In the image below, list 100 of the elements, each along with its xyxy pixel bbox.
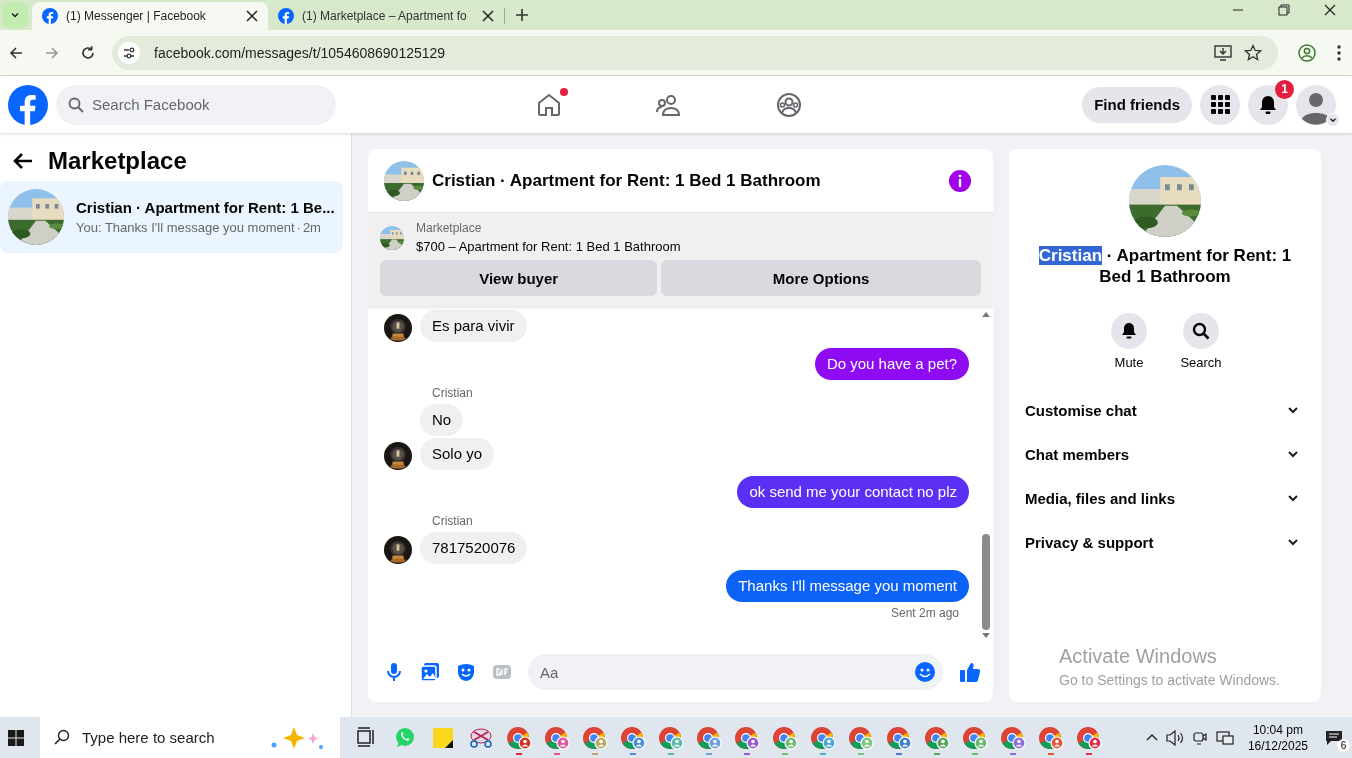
taskbar-search-field[interactable]: Type here to search (40, 717, 340, 758)
info-icon[interactable] (949, 169, 971, 192)
browser-icon[interactable] (962, 725, 988, 750)
back-icon[interactable] (8, 44, 24, 61)
browser-icon[interactable] (1038, 725, 1064, 750)
listing-title: $700 – Apartment for Rent: 1 Bed 1 Bathroom (416, 239, 681, 254)
action-button[interactable]: More Options (661, 260, 981, 296)
like-icon[interactable] (959, 661, 981, 683)
star-icon[interactable] (1244, 43, 1262, 62)
find-friends-button[interactable]: Find friends (1082, 86, 1192, 123)
account-button[interactable] (1296, 84, 1336, 125)
clock-time: 10:04 pm (1251, 721, 1304, 738)
facebook-icon (42, 8, 58, 24)
browser-icon[interactable] (544, 725, 570, 750)
action-label: Mute (1114, 355, 1144, 370)
message-field[interactable]: Aa (528, 654, 943, 690)
clock-date: 16/12/2025 (1247, 737, 1308, 754)
message-bubble: Do you have a pet? (814, 348, 969, 380)
message-bubble: 7817520076 (420, 532, 528, 564)
close-icon[interactable] (482, 10, 494, 22)
windows-start-icon[interactable] (8, 729, 24, 746)
separator-dot: · (296, 220, 301, 235)
browser-icon[interactable] (506, 725, 532, 750)
sent-status: Sent 2m ago (889, 606, 960, 620)
search-icon (54, 729, 70, 745)
close-icon[interactable] (246, 10, 258, 22)
section-header[interactable]: Media, files and links (1025, 476, 1305, 520)
microphone-icon[interactable] (384, 662, 404, 682)
restore-icon[interactable] (1278, 4, 1290, 16)
scissors-icon[interactable] (469, 725, 493, 750)
browser-icon[interactable] (582, 725, 608, 750)
more-icon[interactable] (1336, 43, 1342, 62)
action-button[interactable]: View buyer (380, 260, 658, 296)
browser-tab[interactable]: (1) Messenger | Facebook (32, 2, 268, 30)
network-icon[interactable] (1215, 729, 1234, 746)
section-header[interactable]: Chat members (1025, 432, 1305, 476)
browser-icon[interactable] (886, 725, 912, 750)
sticker-icon[interactable] (456, 662, 476, 682)
marketplace-title: Marketplace (48, 147, 187, 175)
browser-icon[interactable] (696, 725, 722, 750)
browser-icon[interactable] (658, 725, 684, 750)
browser-icon[interactable] (1076, 725, 1102, 750)
browser-icon[interactable] (772, 725, 798, 750)
message-time: 2m (302, 220, 321, 235)
url-text: facebook.com/messages/t/1054608690125129 (154, 44, 446, 61)
search-icon (68, 96, 84, 113)
reload-icon[interactable] (80, 44, 96, 61)
browser-icon[interactable] (734, 725, 760, 750)
scrollbar-thumb[interactable] (982, 534, 990, 630)
mute-button[interactable] (1111, 313, 1147, 349)
profile-icon[interactable] (1298, 43, 1316, 62)
action-label: Search (1180, 355, 1222, 370)
search-button[interactable] (1183, 313, 1219, 349)
install-app-icon[interactable] (1214, 43, 1232, 62)
bell-icon (1120, 322, 1138, 340)
activation-title: Activate Windows (1059, 645, 1218, 668)
message-bubble: Thanks I'll message you moment (726, 570, 969, 602)
notification-badge: 1 (1275, 79, 1294, 99)
groups-icon[interactable] (775, 90, 803, 119)
section-header[interactable]: Customise chat (1025, 388, 1305, 432)
chat-title: Cristian · Apartment for Rent: 1 Bed 1 Bathroom (432, 170, 821, 191)
browser-icon[interactable] (1000, 725, 1026, 750)
conversation-name: Cristian · Apartment for Rent: 1 Be... (76, 199, 335, 216)
facebook-logo[interactable] (8, 84, 48, 125)
message-bubble: No (420, 404, 464, 436)
message-bubble: ok send me your contact no plz (737, 476, 969, 508)
search-icon (1192, 322, 1210, 340)
emoji-icon[interactable] (914, 661, 936, 683)
sticky-note-icon[interactable] (431, 725, 455, 750)
message-preview: You: Thanks I'll message you moment (76, 220, 295, 235)
address-bar[interactable]: facebook.com/messages/t/1054608690125129 (112, 35, 1278, 70)
menu-button[interactable] (1200, 84, 1240, 125)
scroll-up-icon[interactable] (981, 310, 991, 318)
browser-tab[interactable]: (1) Marketplace – Apartment fo (268, 2, 504, 30)
section-header[interactable]: Privacy & support (1025, 520, 1305, 564)
menu-icon (1210, 95, 1230, 114)
forward-icon[interactable] (44, 44, 60, 61)
image-icon[interactable] (420, 662, 440, 682)
message-bubble: Es para vivir (420, 310, 527, 342)
search-field[interactable]: Search Facebook (56, 84, 336, 125)
conversation-item[interactable]: Cristian · Apartment for Rent: 1 Be... You: Thanks I'll message you moment·2m (0, 181, 343, 253)
bell-icon (1258, 94, 1278, 115)
site-settings-icon[interactable] (118, 41, 140, 64)
notification-count: 6 (1337, 738, 1350, 752)
message-icon (1325, 729, 1343, 746)
facebook-icon (278, 8, 294, 24)
browser-icon[interactable] (620, 725, 646, 750)
new-tab-icon[interactable] (515, 8, 529, 22)
volume-icon[interactable] (1165, 729, 1184, 746)
sender-name: Cristian (432, 514, 474, 528)
meet-icon[interactable] (1191, 729, 1208, 746)
browser-icon[interactable] (810, 725, 836, 750)
sender-name: Cristian (432, 386, 474, 400)
activation-text: Go to Settings to activate Windows. (1059, 672, 1281, 688)
notifications-button[interactable] (1248, 84, 1288, 125)
scroll-down-icon[interactable] (981, 632, 991, 640)
close-icon[interactable] (1324, 4, 1336, 16)
avatar-icon (1296, 84, 1336, 125)
browser-icon[interactable] (924, 725, 950, 750)
browser-icon[interactable] (848, 725, 874, 750)
